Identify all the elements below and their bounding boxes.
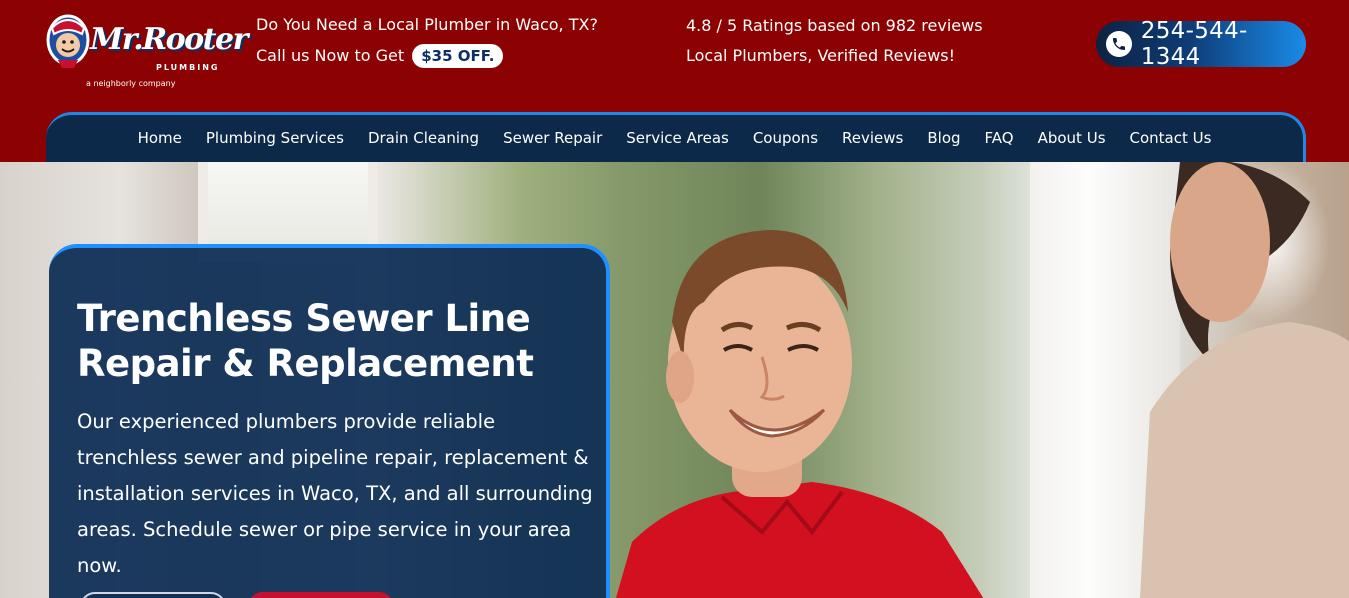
nav-item-reviews[interactable]: Reviews bbox=[830, 129, 915, 147]
nav-menu: Home Plumbing Services Drain Cleaning Se… bbox=[46, 129, 1303, 147]
hero-primary-button[interactable] bbox=[80, 592, 226, 598]
promo-offer: Call us Now to Get $35 OFF. bbox=[256, 44, 504, 68]
nav-item-faq[interactable]: FAQ bbox=[973, 129, 1026, 147]
hero-description: Our experienced plumbers provide reliabl… bbox=[77, 410, 593, 577]
nav-item-home[interactable]: Home bbox=[126, 129, 194, 147]
hero-secondary-button[interactable] bbox=[248, 592, 394, 598]
main-nav: Home Plumbing Services Drain Cleaning Se… bbox=[46, 112, 1306, 162]
discount-badge: $35 OFF. bbox=[412, 44, 504, 68]
hero-title: Trenchless Sewer Line Repair & Replaceme… bbox=[77, 297, 534, 385]
plumber-photo bbox=[616, 230, 984, 598]
logo-tagline: a neighborly company bbox=[86, 79, 176, 88]
nav-item-blog[interactable]: Blog bbox=[915, 129, 972, 147]
nav-item-drain-cleaning[interactable]: Drain Cleaning bbox=[356, 129, 491, 147]
rating-tagline: Local Plumbers, Verified Reviews! bbox=[686, 46, 956, 65]
rating-summary: 4.8 / 5 Ratings based on 982 reviews bbox=[686, 16, 983, 35]
customer-photo bbox=[1140, 162, 1349, 598]
nav-item-about-us[interactable]: About Us bbox=[1026, 129, 1118, 147]
logo[interactable]: Mr.Rooter PLUMBING a neighborly company bbox=[44, 10, 248, 94]
promo-headline: Do You Need a Local Plumber in Waco, TX? bbox=[256, 15, 598, 34]
logo-brand: Mr.Rooter bbox=[90, 22, 248, 57]
phone-icon bbox=[1106, 31, 1132, 57]
nav-item-sewer-repair[interactable]: Sewer Repair bbox=[491, 129, 614, 147]
nav-item-plumbing-services[interactable]: Plumbing Services bbox=[194, 129, 356, 147]
nav-item-contact-us[interactable]: Contact Us bbox=[1118, 129, 1224, 147]
nav-item-service-areas[interactable]: Service Areas bbox=[614, 129, 741, 147]
mascot-icon bbox=[46, 14, 90, 68]
call-phone-button[interactable]: 254-544-1344 bbox=[1096, 18, 1306, 70]
phone-number: 254-544-1344 bbox=[1140, 18, 1248, 70]
promo-offer-text: Call us Now to Get bbox=[256, 46, 405, 65]
nav-item-coupons[interactable]: Coupons bbox=[741, 129, 830, 147]
logo-subtitle: PLUMBING bbox=[156, 63, 220, 72]
